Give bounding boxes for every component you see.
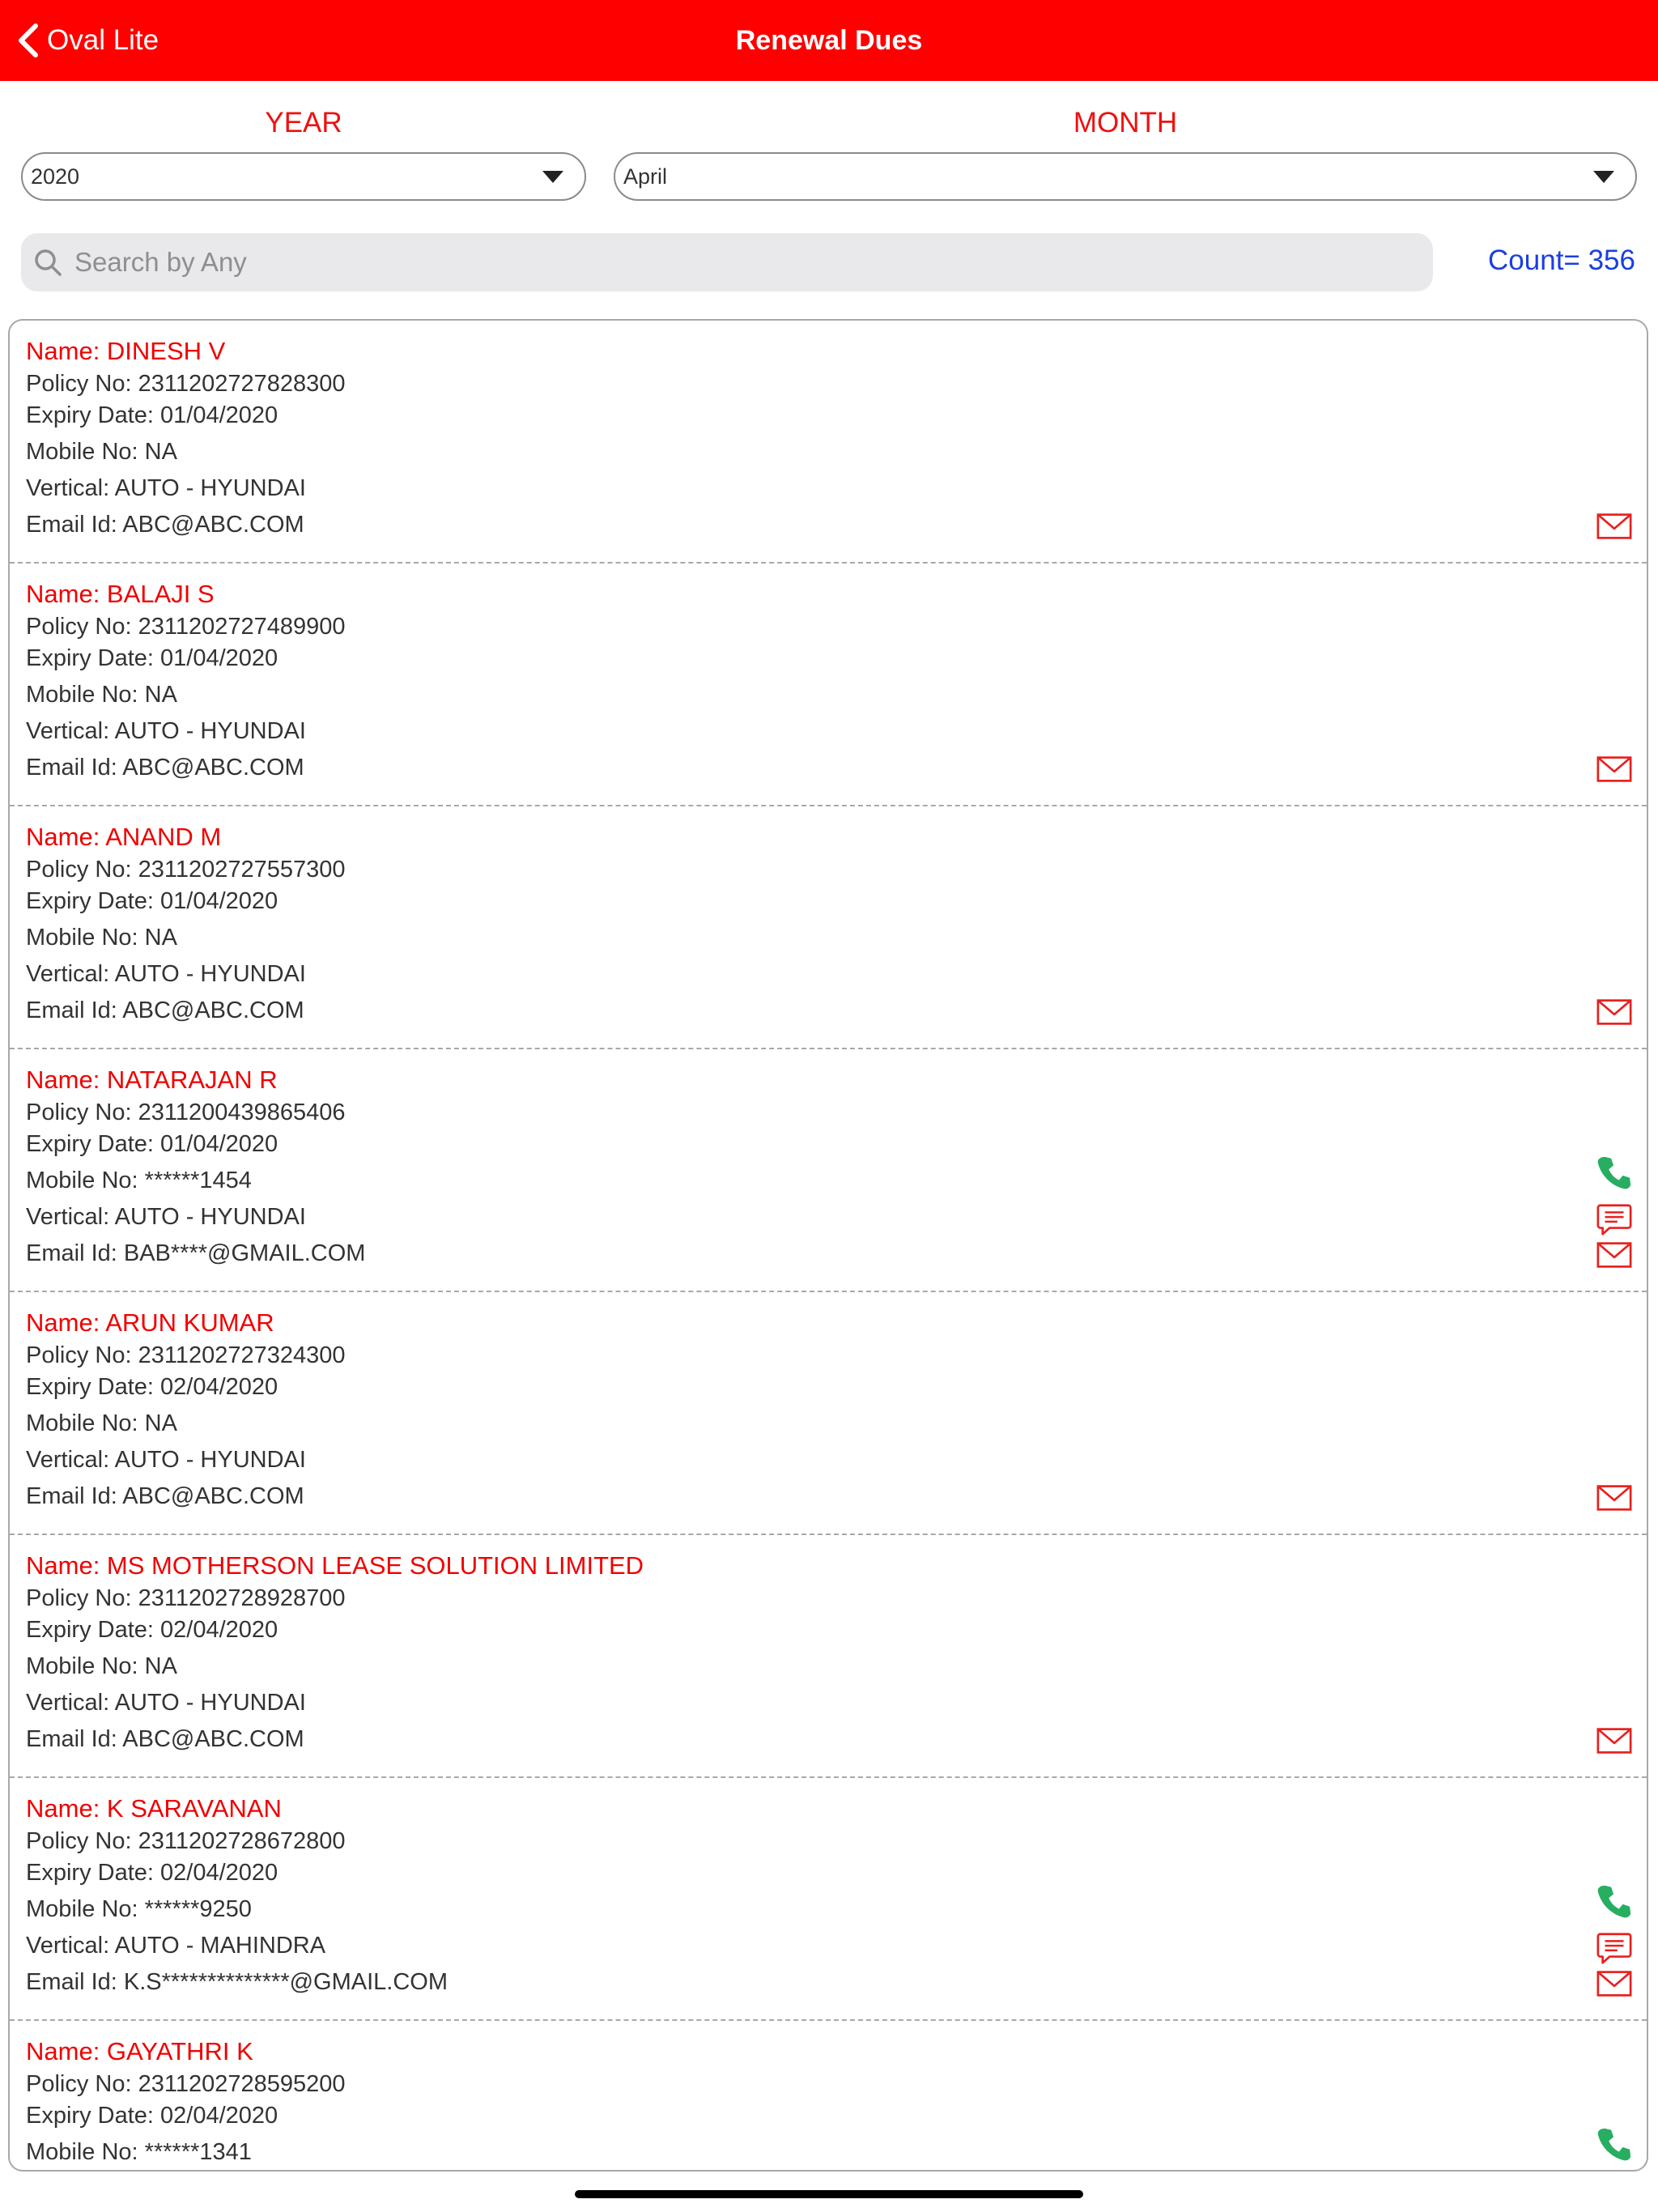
renewal-record[interactable]: Name: K SARAVANAN Policy No: 231120272867… <box>10 1778 1647 2021</box>
policy-number: Policy No: 2311202728928700 <box>26 1585 346 1611</box>
month-label: MONTH <box>1073 107 1178 138</box>
search-icon <box>35 249 62 276</box>
policy-number: Policy No: 2311200439865406 <box>26 1100 346 1125</box>
email-button[interactable] <box>1595 507 1634 546</box>
expiry-date: Expiry Date: 02/04/2020 <box>26 2103 278 2129</box>
record-name: Name: BALAJI S <box>26 580 215 608</box>
mobile-number: Mobile No: ******9250 <box>26 1896 252 1922</box>
expiry-date: Expiry Date: 01/04/2020 <box>26 888 278 914</box>
envelope-icon <box>1596 1485 1632 1511</box>
vertical: Vertical: AUTO - HYUNDAI <box>26 1204 306 1230</box>
envelope-icon <box>1596 1971 1632 1997</box>
email-button[interactable] <box>1595 993 1634 1032</box>
record-name: Name: K SARAVANAN <box>26 1794 282 1823</box>
mobile-number: Mobile No: NA <box>26 925 177 951</box>
expiry-date: Expiry Date: 02/04/2020 <box>26 1860 278 1886</box>
renewal-record[interactable]: Name: MS MOTHERSON LEASE SOLUTION LIMITE… <box>10 1535 1647 1778</box>
record-name: Name: ARUN KUMAR <box>26 1308 274 1337</box>
back-button[interactable]: Oval Lite <box>16 18 159 63</box>
vertical: Vertical: AUTO - MAHINDRA <box>26 1933 326 1959</box>
envelope-icon <box>1596 999 1632 1025</box>
policy-number: Policy No: 2311202727557300 <box>26 857 346 883</box>
year-dropdown-value: 2020 <box>31 164 80 189</box>
email-id: Email Id: ABC@ABC.COM <box>26 755 304 781</box>
policy-number: Policy No: 2311202728595200 <box>26 2071 346 2097</box>
record-name: Name: MS MOTHERSON LEASE SOLUTION LIMITE… <box>26 1551 644 1580</box>
record-count: Count= 356 <box>1488 245 1635 276</box>
email-button[interactable] <box>1595 1236 1634 1274</box>
mobile-number: Mobile No: NA <box>26 1410 177 1436</box>
search-bar <box>21 233 1433 291</box>
email-id: Email Id: BAB****@GMAIL.COM <box>26 1240 366 1266</box>
vertical: Vertical: AUTO - HYUNDAI <box>26 475 306 501</box>
chat-bubble-icon <box>1596 1933 1632 1964</box>
envelope-icon <box>1596 1242 1632 1268</box>
email-button[interactable] <box>1595 1478 1634 1517</box>
email-button[interactable] <box>1595 1964 1634 2003</box>
envelope-icon <box>1596 513 1632 539</box>
mobile-number: Mobile No: ******1341 <box>26 2139 252 2165</box>
chevron-left-icon <box>19 23 38 57</box>
record-name: Name: NATARAJAN R <box>26 1066 278 1094</box>
call-button[interactable] <box>1595 1882 1634 1921</box>
year-label: YEAR <box>265 107 342 138</box>
envelope-icon <box>1596 1728 1632 1754</box>
expiry-date: Expiry Date: 02/04/2020 <box>26 1374 278 1400</box>
caret-down-icon <box>542 171 563 183</box>
sms-button[interactable] <box>1595 1200 1634 1239</box>
email-id: Email Id: ABC@ABC.COM <box>26 1726 304 1752</box>
caret-down-icon <box>1593 171 1614 183</box>
record-name: Name: GAYATHRI K <box>26 2037 253 2065</box>
search-input[interactable] <box>74 247 1418 278</box>
policy-number: Policy No: 2311202728672800 <box>26 1828 346 1854</box>
sms-button[interactable] <box>1595 1929 1634 1967</box>
vertical: Vertical: AUTO - HYUNDAI <box>26 961 306 987</box>
renewal-record[interactable]: Name: ANAND M Policy No: 2311202727557300… <box>10 806 1647 1049</box>
renewal-record[interactable]: Name: DINESH V Policy No: 231120272782830… <box>10 321 1647 564</box>
phone-icon <box>1597 1885 1631 1918</box>
vertical: Vertical: AUTO - HYUNDAI <box>26 1690 306 1716</box>
email-id: Email Id: K.S**************@GMAIL.COM <box>26 1969 449 1995</box>
year-dropdown[interactable]: 2020 <box>21 152 586 201</box>
expiry-date: Expiry Date: 01/04/2020 <box>26 645 278 671</box>
email-button[interactable] <box>1595 750 1634 789</box>
expiry-date: Expiry Date: 02/04/2020 <box>26 1617 278 1643</box>
envelope-icon <box>1596 756 1632 782</box>
vertical: Vertical: AUTO - HYUNDAI <box>26 718 306 744</box>
month-dropdown[interactable]: April <box>614 152 1637 201</box>
phone-icon <box>1597 2128 1631 2161</box>
record-name: Name: ANAND M <box>26 823 222 851</box>
home-indicator <box>575 2190 1083 2198</box>
month-dropdown-value: April <box>623 164 668 189</box>
expiry-date: Expiry Date: 01/04/2020 <box>26 402 278 428</box>
email-id: Email Id: ABC@ABC.COM <box>26 1483 304 1509</box>
record-name: Name: DINESH V <box>26 337 226 365</box>
email-id: Email Id: ABC@ABC.COM <box>26 512 304 538</box>
email-button[interactable] <box>1595 1721 1634 1760</box>
renewal-record[interactable]: Name: NATARAJAN R Policy No: 231120043986… <box>10 1049 1647 1292</box>
vertical: Vertical: AUTO - HYUNDAI <box>26 1447 306 1473</box>
back-label: Oval Lite <box>47 24 159 56</box>
policy-number: Policy No: 2311202727489900 <box>26 614 346 640</box>
renewal-record[interactable]: Name: GAYATHRI K Policy No: 2311202728595… <box>10 2021 1647 2170</box>
page-title: Renewal Dues <box>735 25 923 56</box>
policy-number: Policy No: 2311202727324300 <box>26 1342 346 1368</box>
renewal-record[interactable]: Name: ARUN KUMAR Policy No: 2311202727324… <box>10 1292 1647 1535</box>
mobile-number: Mobile No: NA <box>26 1653 177 1679</box>
call-button[interactable] <box>1595 2125 1634 2163</box>
phone-icon <box>1597 1156 1631 1189</box>
expiry-date: Expiry Date: 01/04/2020 <box>26 1131 278 1157</box>
mobile-number: Mobile No: ******1454 <box>26 1168 252 1193</box>
renewal-list[interactable]: Name: DINESH V Policy No: 231120272782830… <box>8 319 1648 2172</box>
chat-bubble-icon <box>1596 1204 1632 1236</box>
renewal-record[interactable]: Name: BALAJI S Policy No: 231120272748990… <box>10 564 1647 806</box>
email-id: Email Id: ABC@ABC.COM <box>26 998 304 1023</box>
call-button[interactable] <box>1595 1153 1634 1192</box>
mobile-number: Mobile No: NA <box>26 439 177 465</box>
navigation-bar: Oval Lite Renewal Dues <box>0 0 1658 81</box>
policy-number: Policy No: 2311202727828300 <box>26 371 346 397</box>
mobile-number: Mobile No: NA <box>26 682 177 708</box>
